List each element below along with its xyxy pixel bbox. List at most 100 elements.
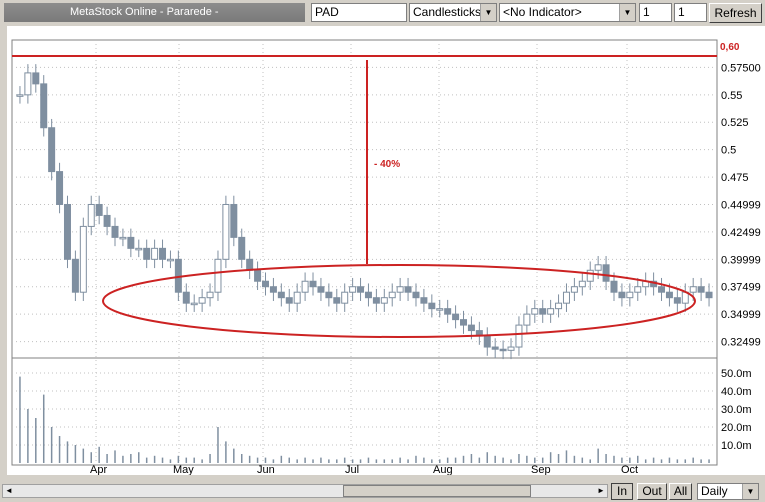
x-axis-labels: Apr May Jun Jul Aug Sep Oct (90, 464, 638, 476)
zoom-out-button[interactable]: Out (637, 483, 667, 500)
x-tick-label: Aug (433, 464, 453, 475)
candle-body (372, 297, 380, 304)
candle-body (578, 280, 586, 288)
volume-axis-labels: 50.0m 40.0m 30.0m 20.0m 10.0m (721, 368, 752, 452)
consolidation-ellipse (102, 264, 696, 338)
candle-body (531, 308, 539, 315)
candle-body (444, 308, 452, 315)
volume-panel-border (11, 357, 718, 466)
candle-body (586, 269, 594, 282)
candle-body (436, 308, 444, 311)
candle-body (483, 335, 491, 348)
horizontal-scrollbar[interactable]: ◄ ► (2, 484, 608, 498)
zoom-in-button[interactable]: In (611, 483, 633, 500)
candle-body (254, 269, 262, 282)
candle-body (428, 302, 436, 310)
chart-style-select[interactable]: Candlesticks ▼ (409, 3, 497, 22)
candle-body (420, 297, 428, 304)
y-tick-label: 0.44999 (721, 199, 761, 211)
candle-body (602, 264, 610, 282)
period-value: Daily (701, 484, 728, 498)
y-tick-label: 0.42499 (721, 227, 761, 239)
candle-body (333, 297, 341, 304)
candle-body (87, 203, 95, 227)
volume-tick-label: 10.0m (721, 440, 752, 452)
y-tick-label: 0.57500 (721, 62, 761, 74)
symbol-input[interactable]: PAD (311, 3, 407, 22)
volume-tick-label: 30.0m (721, 404, 752, 416)
candle-body (562, 291, 570, 304)
scroll-thumb[interactable] (343, 485, 531, 497)
candle-body (151, 247, 159, 260)
candle-body (48, 127, 56, 173)
y-tick-label: 0.55 (721, 90, 742, 102)
resistance-label: 0,60 (720, 42, 740, 53)
scroll-right-icon[interactable]: ► (595, 485, 607, 497)
param-field-2[interactable]: 1 (674, 3, 707, 22)
candle-body (111, 225, 119, 238)
y-tick-label: 0.39999 (721, 254, 761, 266)
candle-body (198, 297, 206, 304)
refresh-button[interactable]: Refresh (709, 3, 762, 23)
candle-body (618, 291, 626, 299)
candle-body (705, 291, 713, 299)
candle-body (570, 286, 578, 293)
candle-body (634, 286, 642, 293)
candle-body (32, 72, 40, 85)
candle-body (269, 286, 277, 293)
candle-body (404, 286, 412, 293)
chart-area: 0.57500 0.55 0.525 0.5 0.475 0.44999 0.42499 0.… (7, 26, 765, 476)
candle-body (658, 286, 666, 293)
param-field-1[interactable]: 1 (639, 3, 672, 22)
candle-body (364, 291, 372, 299)
show-all-button[interactable]: All (669, 483, 692, 500)
candle-body (135, 247, 143, 251)
candle-body (341, 291, 349, 304)
candle-body (388, 291, 396, 299)
x-tick-label: Sep (531, 464, 551, 475)
toolbar: MetaStock Online - Pararede - PAD Candle… (0, 0, 765, 26)
candle-body (103, 214, 111, 227)
candle-body (214, 258, 222, 293)
x-tick-label: Apr (90, 464, 107, 475)
chevron-down-icon[interactable]: ▼ (742, 484, 758, 499)
y-tick-label: 0.34999 (721, 309, 761, 321)
candle-body (277, 291, 285, 299)
candle-body (317, 286, 325, 293)
candle-body (460, 319, 468, 326)
chevron-down-icon[interactable]: ▼ (619, 4, 635, 21)
bottom-bar: ◄ ► In Out All Daily ▼ (0, 480, 765, 502)
candle-body (63, 203, 71, 260)
period-select[interactable]: Daily ▼ (697, 483, 759, 500)
candle-body (182, 291, 190, 304)
volume-tick-label: 40.0m (721, 386, 752, 398)
indicator-value: <No Indicator> (503, 5, 582, 19)
y-tick-label: 0.475 (721, 172, 749, 184)
drop-label: - 40% (374, 159, 400, 170)
candle-body (523, 313, 531, 326)
indicator-select[interactable]: <No Indicator> ▼ (499, 3, 636, 22)
candle-body (40, 83, 48, 129)
y-tick-label: 0.525 (721, 117, 749, 129)
candle-body (396, 286, 404, 293)
candle-body (467, 324, 475, 332)
candle-body (119, 236, 127, 240)
candle-body (665, 291, 673, 299)
grid-lines (12, 40, 717, 465)
volume-tick-label: 20.0m (721, 422, 752, 434)
candle-body (301, 280, 309, 293)
chevron-down-icon[interactable]: ▼ (480, 4, 496, 21)
candle-body (143, 247, 151, 260)
scroll-left-icon[interactable]: ◄ (3, 485, 15, 497)
candle-body (547, 308, 555, 315)
candle-body (79, 225, 87, 293)
candle-body (190, 302, 198, 306)
volume-tick-label: 50.0m (721, 368, 752, 380)
candle-body (24, 72, 32, 96)
candle-body (697, 286, 705, 293)
candle-body (222, 203, 230, 260)
candle-body (309, 280, 317, 288)
y-tick-label: 0.37499 (721, 282, 761, 294)
candle-body (539, 308, 547, 315)
candle-body (293, 291, 301, 304)
